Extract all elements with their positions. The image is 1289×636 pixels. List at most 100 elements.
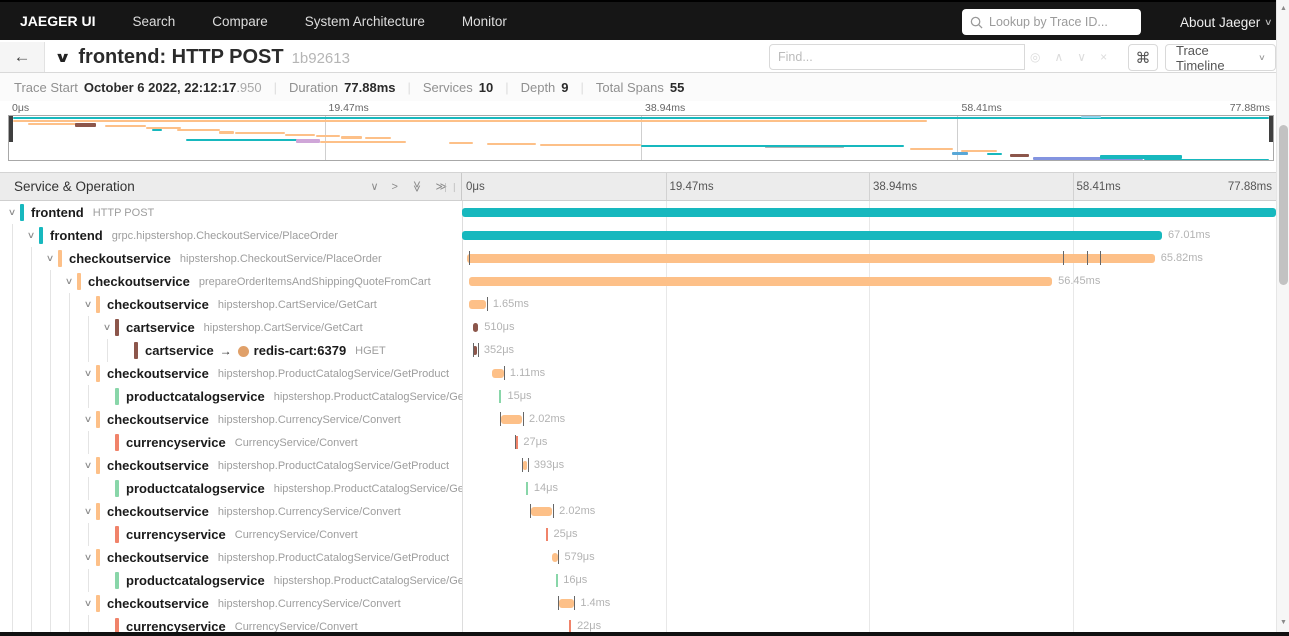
nav-item-system-architecture[interactable]: System Architecture — [305, 14, 425, 29]
lookup-trace-id-input[interactable] — [989, 15, 1133, 29]
span-bar[interactable] — [469, 300, 487, 309]
span-name-cell[interactable]: currencyservice CurrencyService/Convert — [0, 431, 462, 454]
span-service-name[interactable]: checkoutservice — [107, 366, 209, 381]
app-brand[interactable]: JAEGER UI — [20, 13, 95, 29]
span-bar[interactable] — [499, 390, 502, 403]
span-bar[interactable] — [469, 277, 1053, 286]
span-name-cell[interactable]: cartservice → redis-cart:6379 HGET — [0, 339, 462, 362]
span-bar[interactable] — [555, 574, 558, 587]
span-name-cell[interactable]: ∨ checkoutservice hipstershop.ProductCatal… — [0, 546, 462, 569]
span-service-name[interactable]: productcatalogservice — [126, 481, 265, 496]
nav-item-monitor[interactable]: Monitor — [462, 14, 507, 29]
span-name-cell[interactable]: ∨ frontend grpc.hipstershop.CheckoutServic… — [0, 224, 462, 247]
expand-one-icon[interactable]: > — [392, 181, 398, 193]
span-name-cell[interactable]: ∨ checkoutservice hipstershop.CartService/… — [0, 293, 462, 316]
prev-match-icon[interactable]: ∧ — [1054, 50, 1063, 64]
expand-chevron-icon[interactable]: ∨ — [78, 414, 99, 425]
span-name-cell[interactable]: ∨ checkoutservice hipstershop.CheckoutServ… — [0, 247, 462, 270]
collapse-one-icon[interactable]: ∨ — [370, 180, 378, 193]
span-service-name[interactable]: currencyservice — [126, 435, 226, 450]
expand-chevron-icon[interactable]: ∨ — [78, 598, 99, 609]
span-name-cell[interactable]: productcatalogservice hipstershop.Product… — [0, 477, 462, 500]
span-bar[interactable] — [472, 323, 479, 332]
scroll-up-icon[interactable]: ▲ — [1277, 2, 1289, 16]
span-service-name[interactable]: checkoutservice — [107, 550, 209, 565]
span-bar[interactable] — [523, 461, 528, 470]
span-service-name[interactable]: currencyservice — [126, 619, 226, 632]
minimap-right-scrubber[interactable] — [1269, 116, 1273, 143]
collapse-all-icon[interactable]: ≫ — [410, 181, 423, 193]
expand-chevron-icon[interactable]: ∨ — [40, 253, 61, 264]
nav-item-search[interactable]: Search — [132, 14, 175, 29]
span-name-cell[interactable]: productcatalogservice hipstershop.Product… — [0, 385, 462, 408]
span-name-cell[interactable]: ∨ checkoutservice hipstershop.ProductCatal… — [0, 362, 462, 385]
expand-chevron-icon[interactable]: ∨ — [78, 460, 99, 471]
span-bar[interactable] — [545, 528, 548, 541]
span-service-name[interactable]: frontend — [31, 205, 84, 220]
keyboard-shortcuts-button[interactable]: ⌘ — [1128, 44, 1158, 71]
span-name-cell[interactable]: currencyservice CurrencyService/Convert — [0, 615, 462, 632]
expand-chevron-icon[interactable]: ∨ — [78, 552, 99, 563]
span-service-name[interactable]: checkoutservice — [107, 297, 209, 312]
indent-guide — [69, 385, 70, 408]
collapse-trace-chevron-icon[interactable]: ∨ — [54, 49, 71, 66]
span-bar[interactable] — [462, 208, 1276, 217]
span-bar[interactable] — [501, 415, 523, 424]
expand-chevron-icon[interactable]: ∨ — [2, 207, 23, 218]
expand-chevron-icon[interactable]: ∨ — [97, 322, 118, 333]
span-service-name[interactable]: checkoutservice — [107, 504, 209, 519]
span-service-name[interactable]: checkoutservice — [107, 458, 209, 473]
span-service-name[interactable]: frontend — [50, 228, 103, 243]
find-input[interactable] — [778, 50, 1016, 64]
minimap-left-scrubber[interactable] — [9, 116, 13, 143]
vertical-scrollbar[interactable]: ▲ ▼ — [1276, 0, 1289, 636]
expand-chevron-icon[interactable]: ∨ — [59, 276, 80, 287]
span-duration-label: 15μs — [507, 390, 532, 402]
panel-resize-grip[interactable]: ❘❘ — [442, 182, 459, 193]
clear-find-icon[interactable]: × — [1100, 50, 1107, 64]
span-bar[interactable] — [569, 620, 572, 632]
span-name-cell[interactable]: ∨ checkoutservice hipstershop.ProductCatal… — [0, 454, 462, 477]
span-name-cell[interactable]: ∨ checkoutservice hipstershop.CurrencyServ… — [0, 500, 462, 523]
span-name-cell[interactable]: ∨ cartservice hipstershop.CartService/GetC… — [0, 316, 462, 339]
span-bar[interactable] — [526, 482, 529, 495]
expand-chevron-icon[interactable]: ∨ — [78, 368, 99, 379]
span-service-name[interactable]: cartservice — [126, 320, 195, 335]
span-name-cell[interactable]: currencyservice CurrencyService/Convert — [0, 523, 462, 546]
expand-chevron-icon[interactable]: ∨ — [78, 299, 99, 310]
trace-view-selector[interactable]: Trace Timeline ∨ — [1165, 43, 1276, 73]
span-operation-name: hipstershop.CheckoutService/PlaceOrder — [179, 252, 382, 265]
span-bar[interactable] — [558, 599, 574, 608]
span-service-name[interactable]: currencyservice — [126, 527, 226, 542]
span-service-name[interactable]: checkoutservice — [107, 412, 209, 427]
back-button[interactable]: ← — [0, 42, 45, 72]
span-bar[interactable] — [466, 254, 1155, 263]
nav-item-compare[interactable]: Compare — [212, 14, 268, 29]
span-log-tick — [558, 596, 560, 610]
span-service-name[interactable]: checkoutservice — [107, 596, 209, 611]
span-name-cell[interactable]: ∨ checkoutservice hipstershop.CurrencyServ… — [0, 408, 462, 431]
span-bar[interactable] — [492, 369, 504, 378]
scroll-down-icon[interactable]: ▼ — [1277, 616, 1289, 630]
span-bar[interactable] — [531, 507, 553, 516]
span-name-cell[interactable]: ∨ frontend HTTP POST — [0, 201, 462, 224]
span-bar[interactable] — [515, 436, 518, 449]
span-bar[interactable] — [551, 553, 558, 562]
scrollbar-thumb[interactable] — [1279, 125, 1288, 285]
span-name-cell[interactable]: ∨ checkoutservice hipstershop.CurrencyServ… — [0, 592, 462, 615]
span-bar[interactable] — [462, 231, 1163, 240]
span-service-name[interactable]: productcatalogservice — [126, 573, 265, 588]
timeline-minimap[interactable] — [8, 115, 1274, 161]
indent-guide — [50, 339, 51, 362]
expand-chevron-icon[interactable]: ∨ — [78, 506, 99, 517]
span-service-name[interactable]: checkoutservice — [88, 274, 190, 289]
span-service-name[interactable]: checkoutservice — [69, 251, 171, 266]
span-name-cell[interactable]: productcatalogservice hipstershop.Product… — [0, 569, 462, 592]
expand-chevron-icon[interactable]: ∨ — [21, 230, 42, 241]
span-service-name[interactable]: cartservice — [145, 343, 214, 358]
next-match-icon[interactable]: ∨ — [1077, 50, 1086, 64]
about-jaeger-menu[interactable]: About Jaeger ∨ — [1180, 2, 1273, 42]
span-service-name[interactable]: productcatalogservice — [126, 389, 265, 404]
span-name-cell[interactable]: ∨ checkoutservice prepareOrderItemsAndShip… — [0, 270, 462, 293]
focus-match-icon[interactable]: ◎ — [1030, 50, 1040, 64]
